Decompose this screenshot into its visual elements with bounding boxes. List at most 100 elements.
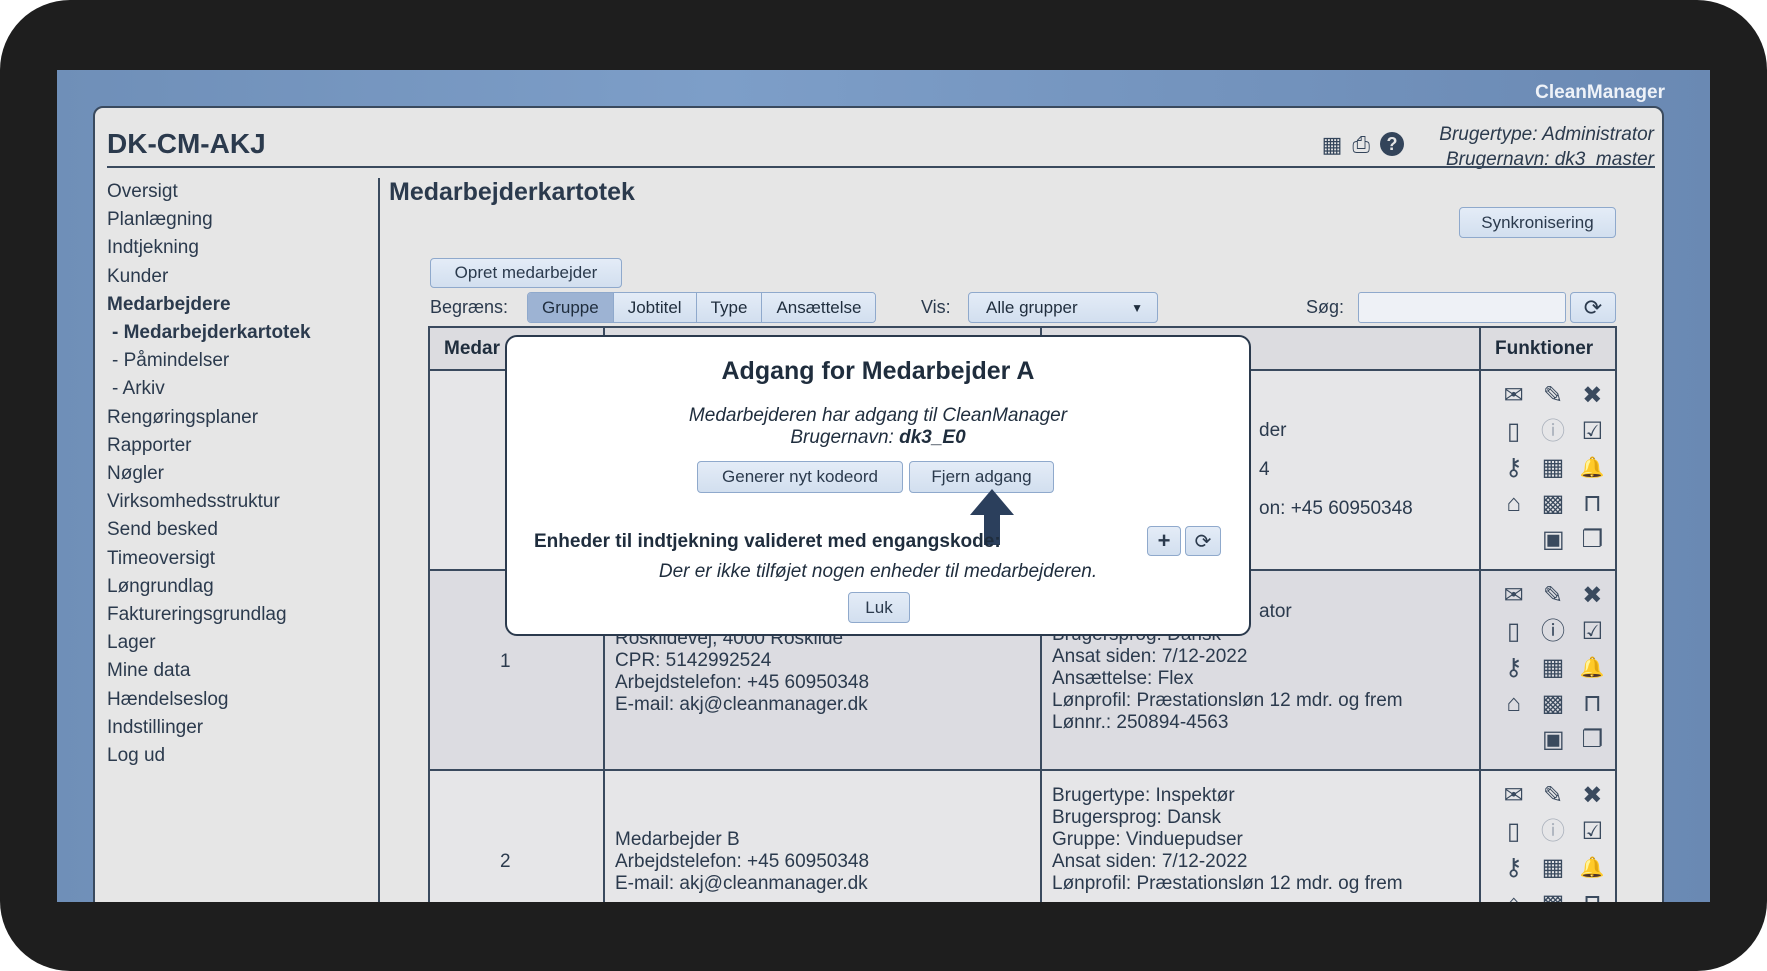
calendar-icon[interactable]: ▦ <box>1542 455 1565 481</box>
sidebar-item[interactable]: Rengøringsplaner <box>107 404 311 432</box>
dialog-title: Adgang for Medarbejder A <box>721 357 1035 385</box>
sidebar-item[interactable]: Timeoversigt <box>107 545 311 573</box>
print-icon[interactable]: ⎙ <box>1352 132 1370 158</box>
clipboard-check-icon[interactable]: ☑ <box>1582 819 1604 845</box>
mail-icon[interactable]: ✉ <box>1504 383 1524 409</box>
page-title: Medarbejderkartotek <box>389 178 635 206</box>
delete-icon[interactable]: ✖ <box>1582 783 1602 809</box>
sidebar-item[interactable]: Medarbejdere <box>107 291 311 319</box>
search-label: Søg: <box>1306 297 1345 317</box>
access-info: Medarbejderen har adgang til CleanManage… <box>507 405 1249 449</box>
documents-icon[interactable]: ❐ <box>1582 527 1604 553</box>
sidebar-item[interactable]: Mine data <box>107 657 311 685</box>
plus-icon: + <box>1157 528 1171 553</box>
cell-line: Brugertype: Inspektør <box>1052 785 1235 806</box>
add-device-button[interactable]: + <box>1147 526 1181 556</box>
filter-jobtitel[interactable]: Jobtitel <box>613 293 697 322</box>
row-details: Brugersprog: DanskAnsat siden: 7/12-2022… <box>1052 624 1403 734</box>
group-select[interactable]: Alle grupper ▼ <box>968 292 1158 323</box>
cell-line: on: +45 60950348 <box>1259 498 1413 519</box>
edit-icon[interactable]: ✎ <box>1543 383 1563 409</box>
contact-card-icon[interactable]: ▣ <box>1542 527 1565 553</box>
bell-icon[interactable]: 🔔 <box>1580 655 1605 681</box>
sidebar-item[interactable]: Lager <box>107 629 311 657</box>
row-number: 2 <box>500 851 511 872</box>
refresh-button[interactable]: ⟳ <box>1570 292 1616 323</box>
filter-type[interactable]: Type <box>696 293 763 322</box>
row-contact: Roskildevej, 4000 Roskilde CPR: 514299252… <box>615 628 869 716</box>
clipboard-check-icon[interactable]: ☑ <box>1582 619 1604 645</box>
sidebar-item[interactable]: Rapporter <box>107 432 311 460</box>
sidebar-item[interactable]: Log ud <box>107 742 311 770</box>
key-icon[interactable]: ⚷ <box>1505 455 1523 481</box>
sidebar-item[interactable]: Faktureringsgrundlag <box>107 601 311 629</box>
sidebar-item[interactable]: Oversigt <box>107 178 311 206</box>
user-type: Brugertype: Administrator <box>1439 124 1654 145</box>
close-button[interactable]: Luk <box>848 592 910 623</box>
contact-card-icon[interactable]: ▣ <box>1542 727 1565 753</box>
clipboard-check-icon[interactable]: ☑ <box>1582 419 1604 445</box>
table-icon[interactable]: ▦ <box>1322 132 1343 158</box>
delete-icon[interactable]: ✖ <box>1582 583 1602 609</box>
edit-icon[interactable]: ✎ <box>1543 783 1563 809</box>
sidebar-item[interactable]: Send besked <box>107 516 311 544</box>
sidebar-item[interactable]: - Påmindelser <box>107 347 311 375</box>
edit-icon[interactable]: ✎ <box>1543 583 1563 609</box>
access-text: Medarbejderen har adgang til CleanManage… <box>688 405 1068 426</box>
filter-gruppe[interactable]: Gruppe <box>528 293 614 322</box>
bell-icon[interactable]: 🔔 <box>1580 855 1605 881</box>
function-icons: ✉ ✎ ✖ ▯ ⓘ ☑ ⚷ ▦ 🔔 ⌂ ▩ ⊓ ▣ ❐ <box>1494 383 1612 553</box>
sidebar-item[interactable]: - Arkiv <box>107 375 311 403</box>
sidebar-item[interactable]: Virksomhedsstruktur <box>107 488 311 516</box>
cell-line: 4 <box>1259 459 1270 480</box>
info-icon[interactable]: ⓘ <box>1541 819 1565 845</box>
create-employee-button[interactable]: Opret medarbejder <box>430 258 622 288</box>
mail-icon[interactable]: ✉ <box>1504 783 1524 809</box>
book-icon[interactable]: ▯ <box>1507 619 1520 645</box>
cell-line: Ansættelse: Flex <box>1052 668 1194 689</box>
book-icon[interactable]: ▯ <box>1507 819 1520 845</box>
help-icon[interactable]: ? <box>1380 132 1404 156</box>
sync-button[interactable]: Synkronisering <box>1459 207 1616 238</box>
sidebar-item[interactable]: Kunder <box>107 263 311 291</box>
username-label: Brugernavn: <box>790 427 900 448</box>
chevron-down-icon: ▼ <box>1131 300 1143 315</box>
sidebar-item[interactable]: Indstillinger <box>107 714 311 742</box>
delete-icon[interactable]: ✖ <box>1582 383 1602 409</box>
unlock-icon[interactable]: ⊓ <box>1583 491 1602 517</box>
unlock-icon[interactable]: ⊓ <box>1583 691 1602 717</box>
book-icon[interactable]: ▯ <box>1507 419 1520 445</box>
sidebar-item[interactable]: Indtjekning <box>107 234 311 262</box>
bell-icon[interactable]: 🔔 <box>1580 455 1605 481</box>
filter-ansaettelse[interactable]: Ansættelse <box>762 293 876 322</box>
key-icon[interactable]: ⚷ <box>1505 655 1523 681</box>
unlock-icon[interactable]: ⊓ <box>1583 891 1602 903</box>
home-icon[interactable]: ⌂ <box>1506 891 1521 903</box>
header-icons: ▦ ⎙ ? <box>1322 132 1404 158</box>
calendar-icon[interactable]: ▦ <box>1542 855 1565 881</box>
cell-line: Arbejdstelefon: +45 60950348 <box>615 851 870 872</box>
key-icon[interactable]: ⚷ <box>1505 855 1523 881</box>
qr-code-icon[interactable]: ▩ <box>1542 891 1565 903</box>
home-icon[interactable]: ⌂ <box>1506 491 1521 517</box>
sidebar-item[interactable]: - Medarbejderkartotek <box>107 319 311 347</box>
sidebar-item[interactable]: Løngrundlag <box>107 573 311 601</box>
row-details-fragment: der 4 on: +45 60950348 <box>1259 411 1413 528</box>
sidebar-item[interactable]: Hændelseslog <box>107 686 311 714</box>
info-icon[interactable]: ⓘ <box>1541 619 1565 645</box>
sidebar-item[interactable]: Nøgler <box>107 460 311 488</box>
calendar-icon[interactable]: ▦ <box>1542 655 1565 681</box>
generate-password-button[interactable]: Generer nyt kodeord <box>697 461 903 493</box>
cell-line: CPR: 5142992524 <box>615 650 772 671</box>
refresh-devices-button[interactable]: ⟳ <box>1185 526 1221 556</box>
documents-icon[interactable]: ❐ <box>1582 727 1604 753</box>
row-details-fragment: ator <box>1259 601 1292 622</box>
info-icon[interactable]: ⓘ <box>1541 419 1565 445</box>
qr-code-icon[interactable]: ▩ <box>1542 491 1565 517</box>
sidebar-item[interactable]: Planlægning <box>107 206 311 234</box>
search-input[interactable] <box>1358 292 1566 323</box>
function-icons: ✉ ✎ ✖ ▯ ⓘ ☑ ⚷ ▦ 🔔 ⌂ ▩ ⊓ ▣ ❐ <box>1494 583 1612 753</box>
qr-code-icon[interactable]: ▩ <box>1542 691 1565 717</box>
home-icon[interactable]: ⌂ <box>1506 691 1521 717</box>
mail-icon[interactable]: ✉ <box>1504 583 1524 609</box>
